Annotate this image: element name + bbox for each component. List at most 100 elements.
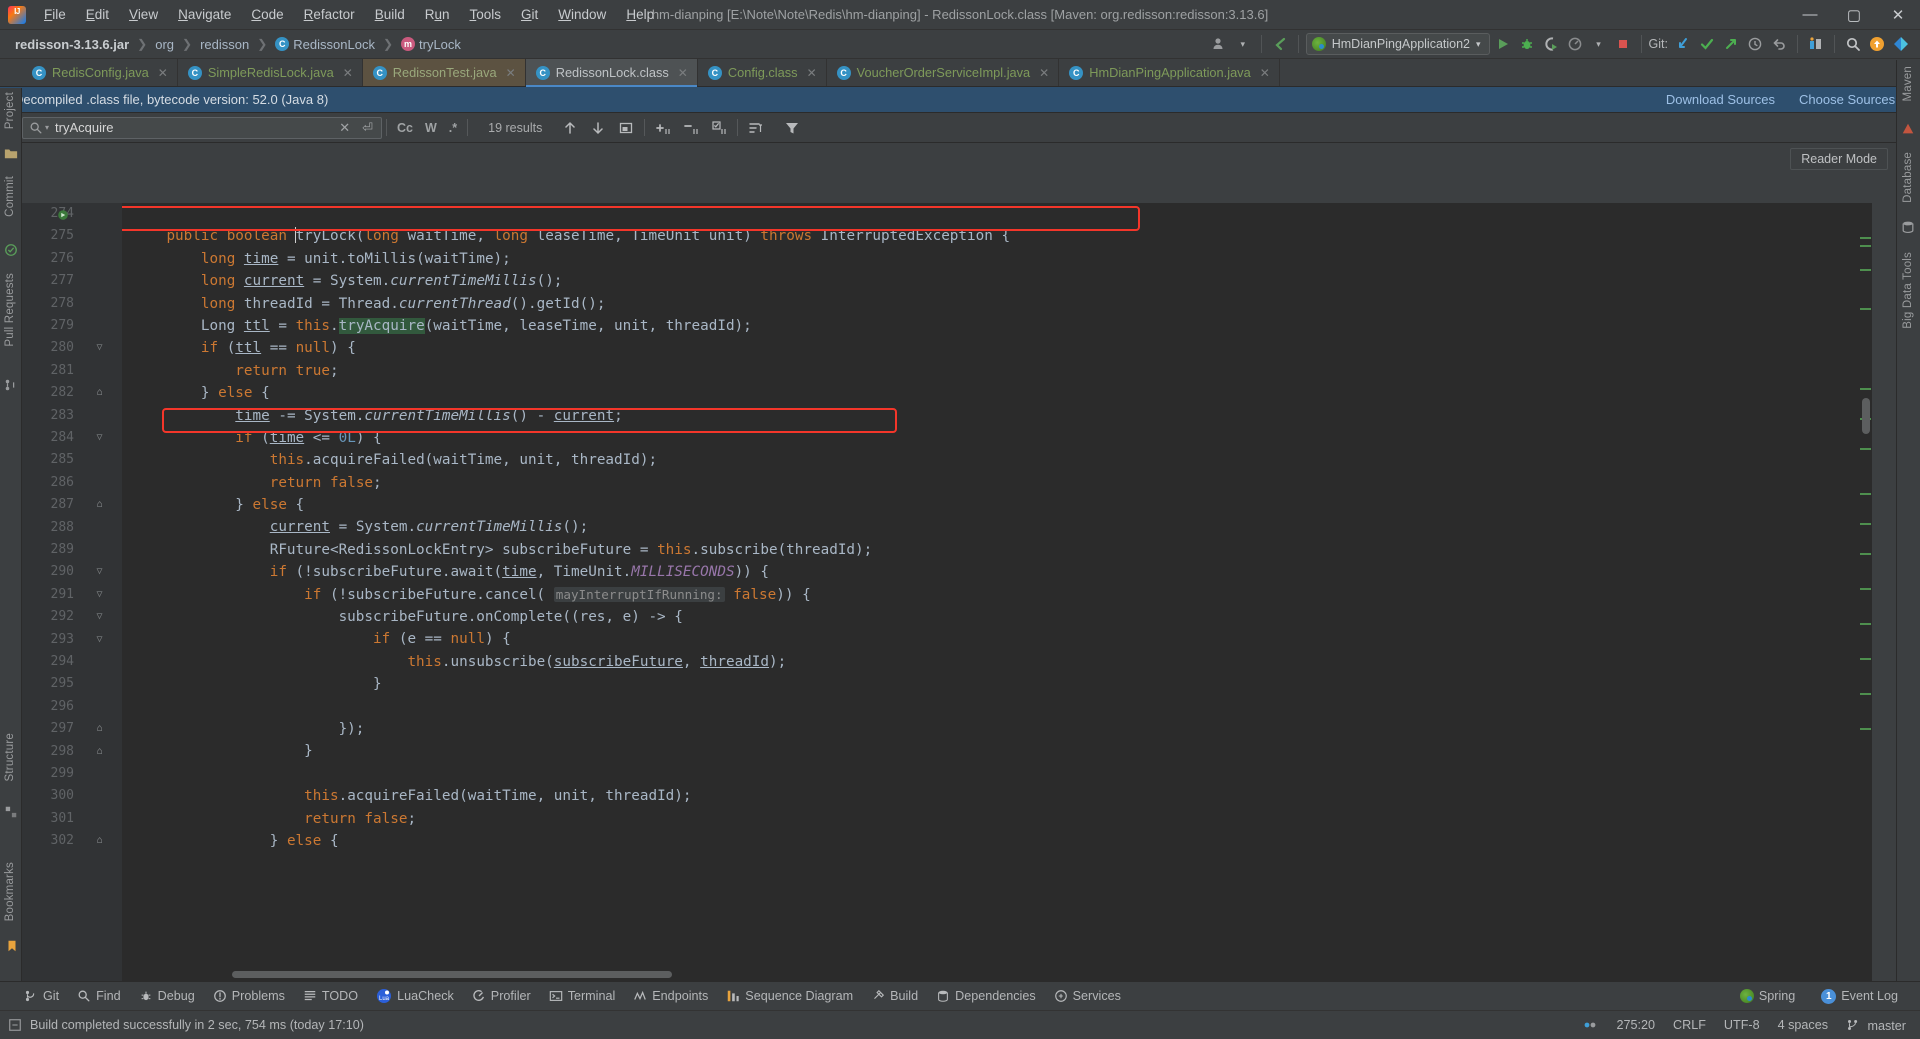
menu-git[interactable]: Git [511, 4, 548, 25]
close-icon[interactable]: ✕ [158, 66, 168, 80]
close-button[interactable]: ✕ [1876, 0, 1920, 29]
breadcrumb-item-redisson[interactable]: redisson [197, 36, 252, 53]
user-icon[interactable] [1208, 33, 1230, 55]
inspection-icon[interactable] [1582, 1017, 1598, 1033]
code-fold-toggle[interactable]: ▽ [94, 337, 105, 359]
code-line[interactable]: } else { [132, 382, 1872, 404]
editor-error-stripe[interactable] [1858, 203, 1872, 981]
close-icon[interactable]: ✕ [1039, 66, 1049, 80]
filter-lines-icon[interactable] [742, 120, 770, 136]
tool-window-find[interactable]: Find [69, 987, 129, 1005]
code-line[interactable]: } else { [132, 494, 1872, 516]
breadcrumb-item-class[interactable]: C RedissonLock [272, 36, 378, 53]
close-icon[interactable]: ✕ [678, 66, 688, 80]
tab-hmdianpingapplication[interactable]: C HmDianPingApplication.java ✕ [1059, 59, 1280, 86]
tool-window-event-log[interactable]: 1 Event Log [1813, 987, 1906, 1006]
code-fold-toggle[interactable]: ▽ [94, 561, 105, 583]
code-fold-toggle[interactable]: ⌂ [94, 741, 105, 763]
debug-button[interactable] [1516, 33, 1538, 55]
code-line[interactable]: if (!subscribeFuture.cancel( mayInterrup… [132, 584, 1872, 606]
menu-refactor[interactable]: Refactor [294, 4, 365, 25]
breadcrumb-item-jar[interactable]: redisson-3.13.6.jar [12, 36, 132, 53]
code-line[interactable]: subscribeFuture.onComplete((res, e) -> { [132, 606, 1872, 628]
select-all-occurrences-icon[interactable] [612, 120, 640, 136]
push-icon[interactable] [1720, 33, 1742, 55]
back-arrow-icon[interactable] [1269, 33, 1291, 55]
code-line[interactable]: long threadId = Thread.currentThread().g… [132, 293, 1872, 315]
file-encoding[interactable]: UTF-8 [1724, 1018, 1760, 1032]
words-toggle[interactable]: W [419, 121, 443, 135]
account-icon[interactable] [1866, 33, 1888, 55]
code-line[interactable]: return false; [132, 808, 1872, 830]
run-button[interactable] [1492, 33, 1514, 55]
code-line[interactable]: this.acquireFailed(waitTime, unit, threa… [132, 449, 1872, 471]
sidebar-item-commit[interactable]: Commit [4, 176, 16, 217]
profile-button[interactable] [1564, 33, 1586, 55]
tab-redissontest[interactable]: C RedissonTest.java ✕ [362, 59, 526, 86]
git-branch[interactable]: master [1846, 1018, 1906, 1033]
close-icon[interactable]: ✕ [807, 66, 817, 80]
sidebar-item-project[interactable]: Project [4, 92, 16, 129]
code-fold-toggle[interactable]: ▽ [94, 606, 105, 628]
regex-toggle[interactable]: .* [443, 121, 463, 135]
code-fold-toggle[interactable]: ▽ [94, 584, 105, 606]
code-line[interactable]: if (!subscribeFuture.await(time, TimeUni… [132, 561, 1872, 583]
sidebar-item-bookmarks[interactable]: Bookmarks [4, 862, 16, 921]
code-line[interactable] [132, 763, 1872, 785]
tab-simpleredislock[interactable]: C SimpleRedisLock.java ✕ [177, 59, 363, 86]
close-icon[interactable]: ✕ [343, 66, 353, 80]
menu-view[interactable]: View [119, 4, 168, 25]
tool-window-dependencies[interactable]: Dependencies [928, 987, 1044, 1005]
tab-redissonlock[interactable]: C RedissonLock.class ✕ [525, 59, 698, 87]
code-line[interactable]: if (e == null) { [132, 628, 1872, 650]
filter-icon[interactable] [778, 120, 806, 136]
next-match-icon[interactable] [584, 120, 612, 136]
code-content[interactable]: public boolean tryLock(long waitTime, lo… [122, 203, 1872, 852]
tab-voucherorderserviceimpl[interactable]: C VoucherOrderServiceImpl.java ✕ [826, 59, 1060, 86]
tool-window-profiler[interactable]: Profiler [464, 987, 539, 1005]
sidebar-item-structure[interactable]: Structure [4, 733, 16, 781]
code-view[interactable]: public boolean tryLock(long waitTime, lo… [122, 203, 1872, 981]
search-everywhere-icon[interactable] [1842, 33, 1864, 55]
chevron-down-icon[interactable]: ▾ [1588, 33, 1610, 55]
code-line[interactable]: long current = System.currentTimeMillis(… [132, 270, 1872, 292]
menu-build[interactable]: Build [365, 4, 415, 25]
diff-icon[interactable] [1805, 33, 1827, 55]
tool-window-debug[interactable]: Debug [131, 987, 203, 1005]
tool-window-services[interactable]: Services [1046, 987, 1129, 1005]
close-icon[interactable]: ✕ [1260, 66, 1270, 80]
code-line[interactable]: RFuture<RedissonLockEntry> subscribeFutu… [132, 539, 1872, 561]
menu-tools[interactable]: Tools [460, 4, 512, 25]
tool-window-endpoints[interactable]: Endpoints [625, 987, 716, 1005]
code-fold-toggle[interactable]: ⌂ [94, 718, 105, 740]
reader-mode-chip[interactable]: Reader Mode [1790, 148, 1888, 170]
minimize-button[interactable]: — [1788, 0, 1832, 29]
line-separator[interactable]: CRLF [1673, 1018, 1706, 1032]
run-with-coverage-button[interactable] [1540, 33, 1562, 55]
code-line[interactable]: time -= System.currentTimeMillis() - cur… [132, 405, 1872, 427]
code-line[interactable]: return true; [132, 360, 1872, 382]
toggle-line-icon[interactable] [705, 120, 733, 136]
code-line[interactable]: long time = unit.toMillis(waitTime); [132, 248, 1872, 270]
sidebar-item-big-data-tools[interactable]: Big Data Tools [1902, 252, 1914, 329]
code-fold-toggle[interactable]: ⌂ [94, 382, 105, 404]
code-line[interactable] [132, 203, 1872, 225]
code-fold-toggle[interactable]: ▽ [94, 629, 105, 651]
commit-icon[interactable] [1696, 33, 1718, 55]
search-field-wrapper[interactable]: ▾ ✕ ⏎ [22, 116, 382, 139]
tool-window-spring[interactable]: Spring [1732, 987, 1803, 1005]
menu-help[interactable]: Help [616, 4, 664, 25]
menu-run[interactable]: Run [415, 4, 460, 25]
code-line[interactable]: Long ttl = this.tryAcquire(waitTime, lea… [132, 315, 1872, 337]
code-line[interactable]: } [132, 740, 1872, 762]
settings-icon[interactable] [1890, 33, 1912, 55]
code-line[interactable]: this.unsubscribe(subscribeFuture, thread… [132, 651, 1872, 673]
add-line-icon[interactable] [649, 120, 677, 136]
chevron-down-icon[interactable]: ▾ [45, 123, 49, 132]
undo-icon[interactable] [1768, 33, 1790, 55]
clear-icon[interactable]: ✕ [335, 120, 354, 136]
tool-window-terminal[interactable]: Terminal [541, 987, 624, 1005]
code-fold-toggle[interactable]: ⌂ [94, 494, 105, 516]
code-fold-toggle[interactable]: ⌂ [94, 830, 105, 852]
horizontal-scrollbar[interactable] [232, 971, 672, 978]
